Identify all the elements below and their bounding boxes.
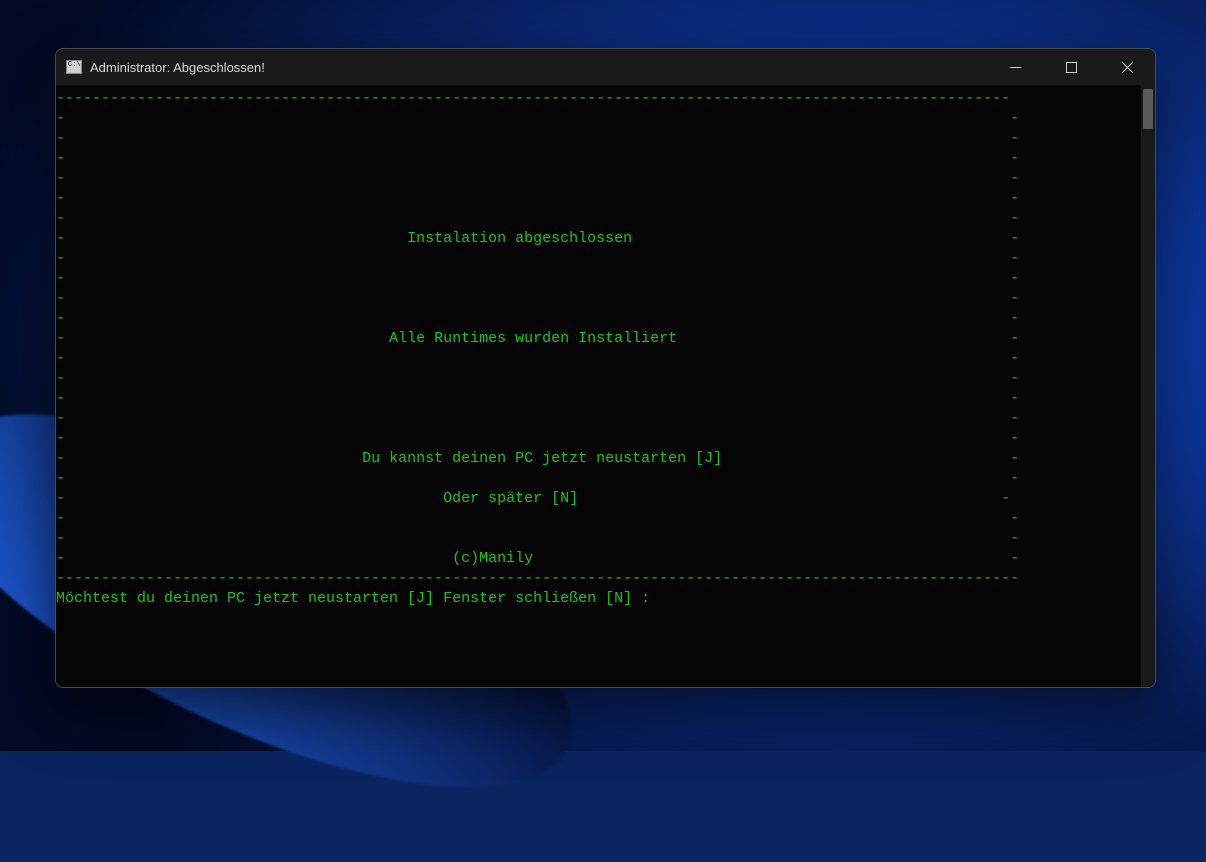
- close-button[interactable]: [1099, 49, 1155, 85]
- minimize-icon: [1010, 62, 1021, 73]
- box-top: ----------------------------------------…: [56, 90, 1010, 107]
- minimize-button[interactable]: [987, 49, 1043, 85]
- window-controls: [987, 49, 1155, 85]
- cmd-icon: [66, 60, 82, 74]
- msg-restart: Du kannst deinen PC jetzt neustarten [J]: [362, 450, 722, 467]
- scroll-thumb[interactable]: [1143, 89, 1153, 129]
- box-bottom: ----------------------------------------…: [56, 570, 1019, 587]
- prompt-line: Möchtest du deinen PC jetzt neustarten […: [56, 590, 650, 607]
- maximize-icon: [1066, 62, 1077, 73]
- titlebar[interactable]: Administrator: Abgeschlossen!: [56, 49, 1155, 85]
- msg-install-done: Instalation abgeschlossen: [407, 230, 632, 247]
- terminal-output[interactable]: ----------------------------------------…: [56, 85, 1141, 687]
- msg-copyright: (c)Manily: [452, 550, 533, 567]
- msg-later: Oder später [N]: [443, 490, 578, 507]
- close-icon: [1122, 62, 1133, 73]
- maximize-button[interactable]: [1043, 49, 1099, 85]
- scrollbar[interactable]: [1141, 85, 1155, 687]
- terminal-body: ----------------------------------------…: [56, 85, 1155, 687]
- terminal-window: Administrator: Abgeschlossen! ----------…: [55, 48, 1156, 688]
- window-title: Administrator: Abgeschlossen!: [90, 60, 265, 75]
- msg-runtimes: Alle Runtimes wurden Installiert: [389, 330, 677, 347]
